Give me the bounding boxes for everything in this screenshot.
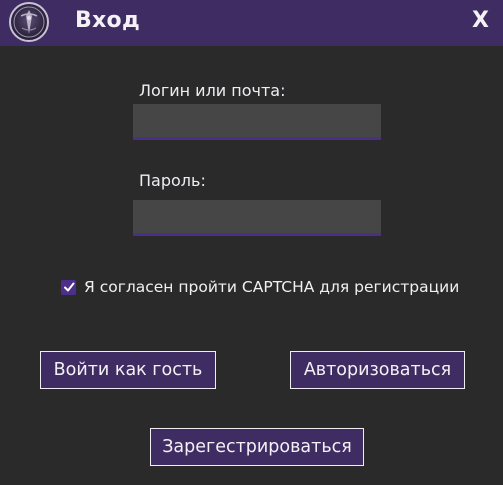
title-bar: Вход X [0, 0, 503, 46]
login-window: Вход X Логин или почта: Пароль: Я соглас… [0, 0, 503, 485]
login-label: Логин или почта: [139, 81, 286, 100]
register-button[interactable]: Зарегестрироваться [150, 428, 364, 466]
login-field[interactable] [133, 104, 381, 140]
captcha-checkbox[interactable] [61, 279, 76, 295]
app-logo-icon [9, 2, 49, 42]
captcha-row[interactable]: Я согласен пройти CAPTCHA для регистраци… [61, 278, 459, 296]
close-button[interactable]: X [472, 8, 489, 33]
captcha-label: Я согласен пройти CAPTCHA для регистраци… [84, 278, 460, 296]
password-field[interactable] [133, 200, 381, 236]
checkmark-icon [63, 282, 74, 292]
password-label: Пароль: [139, 171, 206, 190]
window-title: Вход [75, 8, 141, 33]
authorize-button[interactable]: Авторизоваться [290, 351, 465, 389]
guest-login-button[interactable]: Войти как гость [40, 351, 216, 389]
